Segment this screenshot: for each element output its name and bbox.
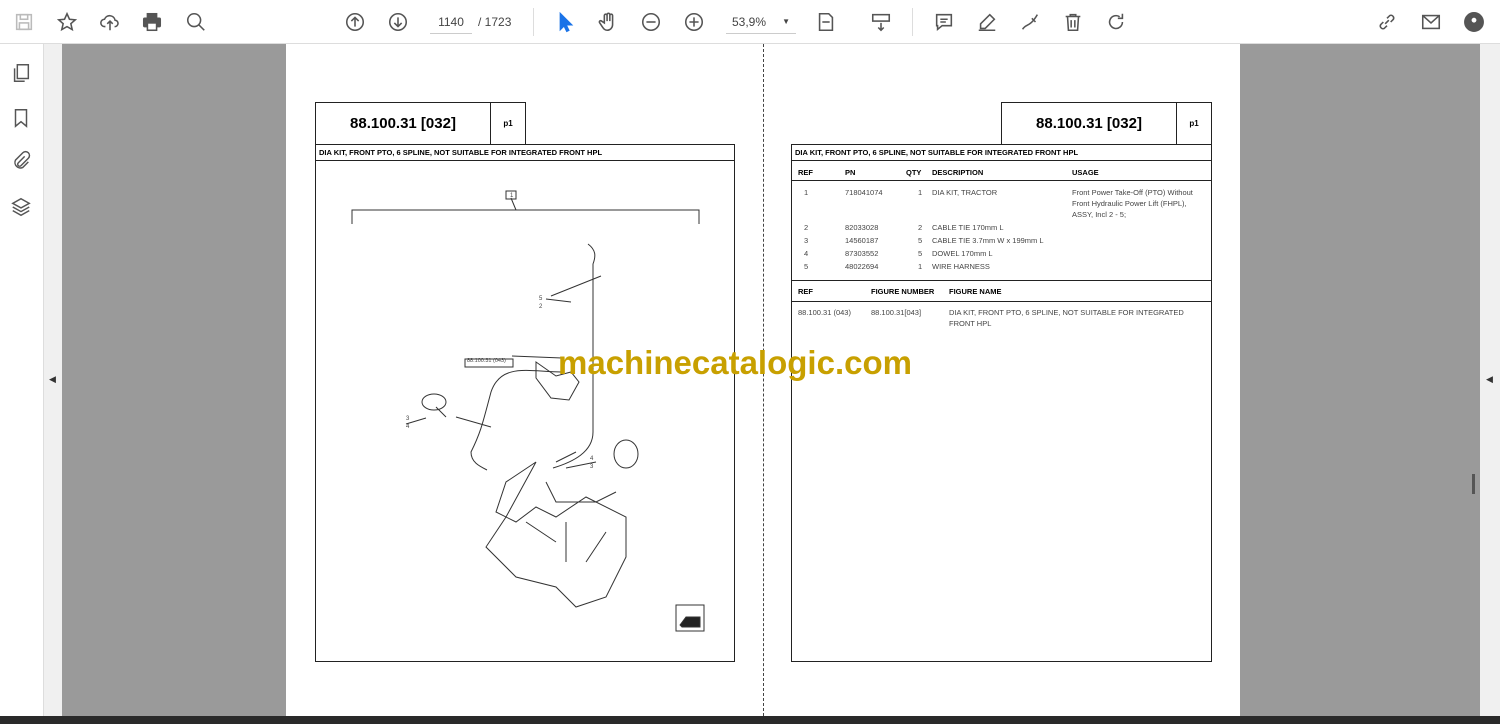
part-qty: 5: [918, 236, 923, 245]
chevron-right-icon[interactable]: ◀: [1486, 374, 1493, 385]
left-page-heading: DIA KIT, FRONT PTO, 6 SPLINE, NOT SUITAB…: [316, 145, 734, 161]
part-number: 82033028: [845, 223, 879, 232]
parts-table: DIA KIT, FRONT PTO, 6 SPLINE, NOT SUITAB…: [791, 144, 1212, 662]
header-ref: REF: [798, 168, 813, 177]
delete-icon[interactable]: [1059, 8, 1087, 36]
chevron-left-icon: ◀: [49, 374, 56, 384]
account-icon[interactable]: [1460, 8, 1488, 36]
part-description: WIRE HARNESS: [932, 262, 990, 271]
part-number: 48022694: [845, 262, 879, 271]
right-page-label: p1: [1176, 102, 1212, 145]
part-description: CABLE TIE 3.7mm W x 199mm L: [932, 236, 1044, 245]
part-number: 14560187: [845, 236, 879, 245]
figure-name: DIA KIT, FRONT PTO, 6 SPLINE, NOT SUITAB…: [949, 308, 1184, 328]
figure-header-row: REF FIGURE NUMBER FIGURE NAME: [792, 280, 1211, 302]
watermark: machinecatalogic.com: [558, 344, 912, 381]
part-ref: 2: [804, 223, 809, 232]
rotate-icon[interactable]: [1102, 8, 1130, 36]
pages-icon[interactable]: [10, 62, 34, 86]
draw-icon[interactable]: [1016, 8, 1044, 36]
divider: [533, 8, 534, 36]
divider: [912, 8, 913, 36]
part-qty: 5: [918, 249, 923, 258]
part-ref: 4: [804, 249, 809, 258]
comment-icon[interactable]: [930, 8, 958, 36]
collapse-left-panel[interactable]: ◀: [44, 44, 62, 716]
callout-3: 3: [590, 464, 594, 470]
print-icon[interactable]: [138, 8, 166, 36]
left-page-code: 88.100.31 [032]: [315, 102, 491, 145]
right-page-code: 88.100.31 [032]: [1001, 102, 1177, 145]
header-qty: QTY: [906, 168, 922, 177]
attachment-icon[interactable]: [10, 150, 34, 174]
left-sidebar: [0, 44, 44, 724]
right-page-heading: DIA KIT, FRONT PTO, 6 SPLINE, NOT SUITAB…: [792, 145, 1211, 161]
header-description: DESCRIPTION: [932, 168, 984, 177]
zoom-in-icon[interactable]: [680, 8, 708, 36]
figure-ref[interactable]: 88.100.31 (043): [798, 307, 851, 318]
chevron-down-icon: ▼: [782, 17, 790, 26]
upload-cloud-icon[interactable]: [96, 8, 124, 36]
select-cursor-icon[interactable]: [551, 8, 579, 36]
header-usage: USAGE: [1072, 168, 1099, 177]
email-icon[interactable]: [1417, 8, 1445, 36]
zoom-value: 53,9%: [732, 15, 767, 29]
part-qty: 1: [918, 188, 923, 197]
hand-tool-icon[interactable]: [594, 8, 622, 36]
part-ref: 1: [804, 188, 809, 197]
left-page-label: p1: [490, 102, 526, 145]
header-figure-number: FIGURE NUMBER: [871, 287, 935, 296]
part-number: 718041074: [845, 188, 883, 197]
left-figure-frame: DIA KIT, FRONT PTO, 6 SPLINE, NOT SUITAB…: [315, 144, 735, 662]
zoom-out-icon[interactable]: [637, 8, 665, 36]
part-usage: Front Power Take-Off (PTO) Without Front…: [1072, 188, 1193, 219]
part-description: DIA KIT, TRACTOR: [932, 188, 998, 197]
taskbar-edge: [0, 716, 1500, 724]
figure-number[interactable]: 88.100.31[043]: [871, 307, 921, 318]
star-icon[interactable]: [53, 8, 81, 36]
save-icon[interactable]: [10, 8, 38, 36]
search-icon[interactable]: [182, 8, 210, 36]
part-qty: 2: [918, 223, 923, 232]
scrollbar-thumb[interactable]: [1472, 474, 1475, 494]
page-total: / 1723: [478, 15, 512, 29]
next-page-icon[interactable]: [384, 8, 412, 36]
part-ref: 3: [804, 236, 809, 245]
part-description: CABLE TIE 170mm L: [932, 223, 1004, 232]
layers-icon[interactable]: [10, 196, 34, 220]
header-figure-name: FIGURE NAME: [949, 287, 1002, 296]
bookmark-icon[interactable]: [10, 107, 34, 131]
callout-4: 4: [406, 424, 410, 430]
toolbar: 1140 / 1723 53,9% ▼: [0, 0, 1500, 44]
header-pn: PN: [845, 168, 856, 177]
right-panel: ◀: [1472, 44, 1500, 724]
share-link-icon[interactable]: [1373, 8, 1401, 36]
part-ref: 5: [804, 262, 809, 271]
highlight-icon[interactable]: [973, 8, 1001, 36]
callout-figure-ref[interactable]: 88.100.31 (043): [467, 356, 506, 367]
callout-1: 1: [510, 193, 514, 199]
page-fit-icon[interactable]: [812, 8, 840, 36]
callout-2: 2: [539, 304, 543, 310]
zoom-level-select[interactable]: 53,9% ▼: [726, 10, 796, 34]
part-number: 87303552: [845, 249, 879, 258]
part-description: DOWEL 170mm L: [932, 249, 993, 258]
parts-header-row: REF PN QTY DESCRIPTION USAGE: [792, 163, 1211, 181]
page-number-input[interactable]: 1140: [430, 10, 472, 34]
part-qty: 1: [918, 262, 923, 271]
previous-page-icon[interactable]: [341, 8, 369, 36]
parts-diagram: [351, 190, 705, 632]
scroll-mode-icon[interactable]: [867, 8, 895, 36]
header-fig-ref: REF: [798, 287, 813, 296]
